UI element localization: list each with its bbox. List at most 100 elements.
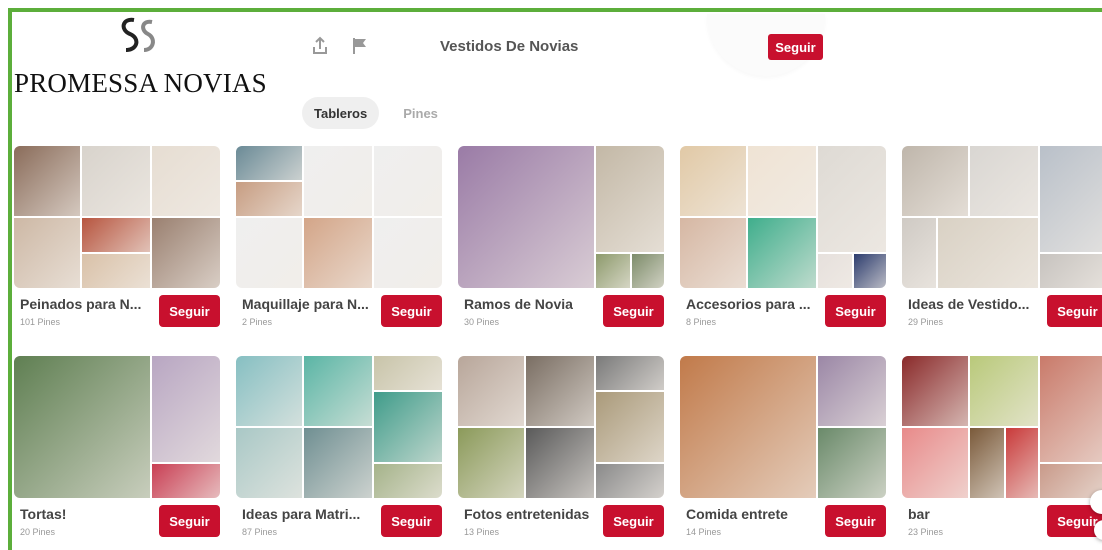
- board-pin-count: 30 Pines: [464, 317, 500, 327]
- follow-button[interactable]: Seguir: [825, 295, 886, 327]
- board-cover-collage[interactable]: [236, 146, 442, 288]
- pin-thumbnail: [1040, 356, 1102, 462]
- board-pin-count: 87 Pines: [242, 527, 278, 537]
- tab-bar: Tableros Pines: [302, 97, 450, 129]
- flag-icon[interactable]: [350, 36, 370, 56]
- follow-button[interactable]: Seguir: [159, 505, 220, 537]
- pin-thumbnail: [82, 146, 150, 216]
- header-actions: [310, 36, 370, 56]
- pin-thumbnail: [304, 218, 372, 288]
- brand-name: PROMESSA NOVIAS: [14, 68, 267, 98]
- board-card[interactable]: Comida entrete 14 Pines Seguir: [680, 356, 886, 537]
- pin-thumbnail: [152, 146, 220, 216]
- board-name[interactable]: Ramos de Novia: [464, 296, 594, 312]
- board-cover-collage[interactable]: [14, 356, 220, 498]
- tab-pines[interactable]: Pines: [391, 97, 450, 129]
- board-card[interactable]: bar 23 Pines Seguir: [902, 356, 1102, 537]
- pin-thumbnail: [748, 146, 816, 216]
- pin-thumbnail: [458, 146, 594, 288]
- board-name[interactable]: Accesorios para ...: [686, 296, 816, 312]
- board-cover-collage[interactable]: [14, 146, 220, 288]
- board-name[interactable]: Ideas para Matri...: [242, 506, 372, 522]
- board-pin-count: 101 Pines: [20, 317, 61, 327]
- board-name[interactable]: Maquillaje para N...: [242, 296, 372, 312]
- pin-thumbnail: [1040, 146, 1102, 252]
- pin-thumbnail: [970, 356, 1038, 426]
- board-cover-collage[interactable]: [680, 356, 886, 498]
- pin-thumbnail: [970, 146, 1038, 216]
- scroll-down-button[interactable]: [1094, 520, 1102, 540]
- board-pin-count: 14 Pines: [686, 527, 722, 537]
- board-card[interactable]: Maquillaje para N... 2 Pines Seguir: [236, 146, 442, 327]
- board-cover-collage[interactable]: [458, 146, 664, 288]
- follow-button[interactable]: Seguir: [603, 295, 664, 327]
- pin-thumbnail: [596, 392, 664, 462]
- board-cover-collage[interactable]: [458, 356, 664, 498]
- pin-thumbnail: [632, 254, 664, 288]
- board-cover-collage[interactable]: [902, 146, 1102, 288]
- board-name[interactable]: Comida entrete: [686, 506, 816, 522]
- pin-thumbnail: [304, 146, 372, 216]
- board-card[interactable]: Fotos entretenidas 13 Pines Seguir: [458, 356, 664, 537]
- board-card[interactable]: Accesorios para ... 8 Pines Seguir: [680, 146, 886, 327]
- board-pin-count: 20 Pines: [20, 527, 56, 537]
- pin-thumbnail: [902, 356, 968, 426]
- pin-thumbnail: [152, 356, 220, 462]
- follow-button[interactable]: Seguir: [825, 505, 886, 537]
- pin-thumbnail: [458, 356, 524, 426]
- pin-thumbnail: [680, 218, 746, 288]
- pin-thumbnail: [596, 146, 664, 252]
- pin-thumbnail: [902, 428, 968, 498]
- board-pin-count: 8 Pines: [686, 317, 717, 327]
- pin-thumbnail: [1040, 254, 1102, 288]
- tab-tableros[interactable]: Tableros: [302, 97, 380, 129]
- logo-mark-icon: [121, 17, 155, 52]
- board-pin-count: 23 Pines: [908, 527, 944, 537]
- pin-thumbnail: [236, 182, 302, 216]
- pin-thumbnail: [374, 464, 442, 498]
- pin-thumbnail: [938, 218, 1038, 288]
- pin-thumbnail: [374, 146, 442, 216]
- pin-thumbnail: [1006, 428, 1038, 498]
- share-icon[interactable]: [310, 36, 330, 56]
- board-name[interactable]: Fotos entretenidas: [464, 506, 594, 522]
- pin-thumbnail: [854, 254, 886, 288]
- board-pin-count: 13 Pines: [464, 527, 500, 537]
- pin-thumbnail: [236, 428, 302, 498]
- board-name[interactable]: Peinados para N...: [20, 296, 150, 312]
- board-cover-collage[interactable]: [902, 356, 1102, 498]
- pin-thumbnail: [236, 356, 302, 426]
- board-name[interactable]: Ideas de Vestido...: [908, 296, 1038, 312]
- follow-button[interactable]: Seguir: [1047, 295, 1102, 327]
- pin-thumbnail: [374, 356, 442, 390]
- board-card[interactable]: Ramos de Novia 30 Pines Seguir: [458, 146, 664, 327]
- board-name[interactable]: bar: [908, 506, 1038, 522]
- follow-button[interactable]: Seguir: [381, 295, 442, 327]
- pin-thumbnail: [748, 218, 816, 288]
- pin-thumbnail: [458, 428, 524, 498]
- page-title: Vestidos De Novias: [440, 38, 579, 55]
- follow-button[interactable]: Seguir: [159, 295, 220, 327]
- pin-thumbnail: [236, 146, 302, 180]
- follow-button[interactable]: Seguir: [381, 505, 442, 537]
- follow-button[interactable]: Seguir: [603, 505, 664, 537]
- frame-border-left: [8, 8, 12, 550]
- board-cover-collage[interactable]: [680, 146, 886, 288]
- pin-thumbnail: [374, 392, 442, 462]
- board-card[interactable]: Ideas de Vestido... 29 Pines Seguir: [902, 146, 1102, 327]
- board-cover-collage[interactable]: [236, 356, 442, 498]
- pin-thumbnail: [14, 218, 80, 288]
- board-card[interactable]: Tortas! 20 Pines Seguir: [14, 356, 220, 537]
- board-name[interactable]: Tortas!: [20, 506, 150, 522]
- pin-thumbnail: [596, 464, 664, 498]
- pin-thumbnail: [680, 146, 746, 216]
- pin-thumbnail: [596, 356, 664, 390]
- pin-thumbnail: [304, 428, 372, 498]
- follow-board-button[interactable]: Seguir: [768, 34, 823, 60]
- board-pin-count: 29 Pines: [908, 317, 944, 327]
- pin-thumbnail: [526, 356, 594, 426]
- board-card[interactable]: Peinados para N... 101 Pines Seguir: [14, 146, 220, 327]
- pin-thumbnail: [970, 428, 1004, 498]
- board-card[interactable]: Ideas para Matri... 87 Pines Seguir: [236, 356, 442, 537]
- pin-thumbnail: [304, 356, 372, 426]
